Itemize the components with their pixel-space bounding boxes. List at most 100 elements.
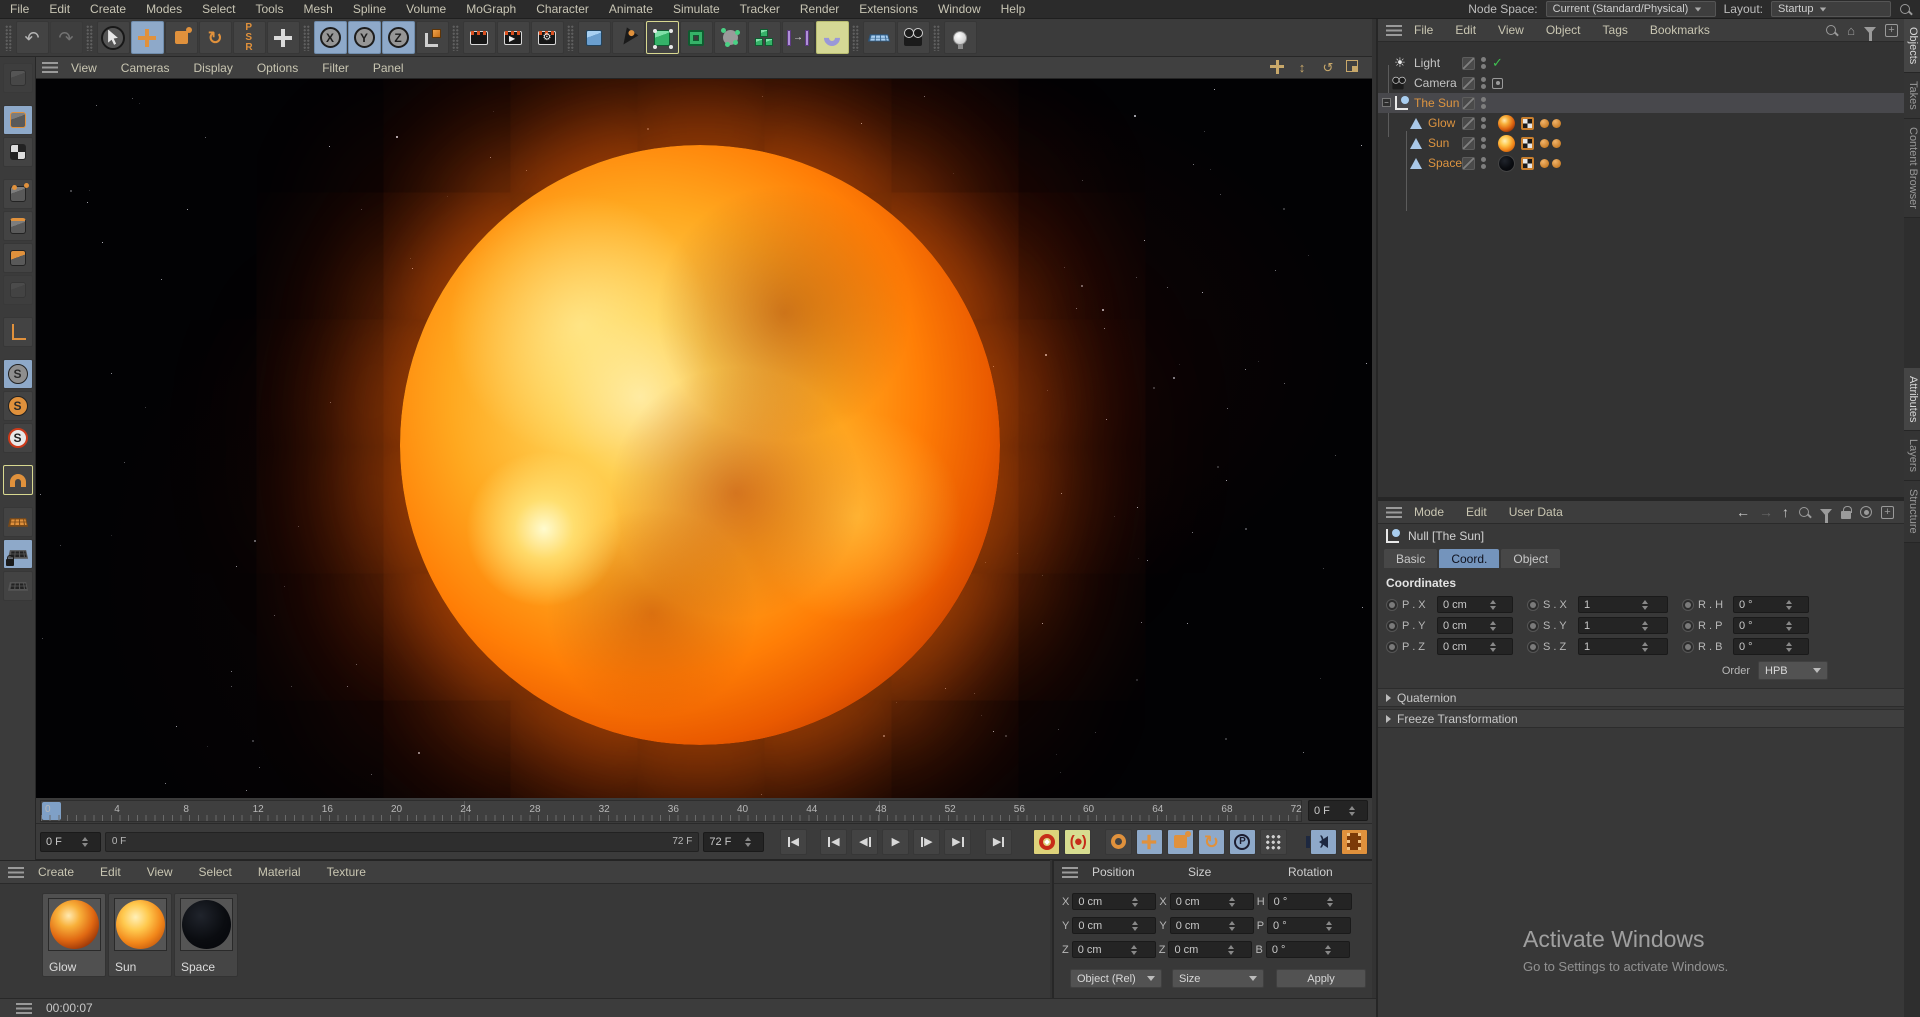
spinner-arrows-icon[interactable] xyxy=(1477,599,1511,610)
next-key-button[interactable]: ▶ xyxy=(944,828,972,855)
menu-create[interactable]: Create xyxy=(80,2,136,16)
menu-volume[interactable]: Volume xyxy=(396,2,456,16)
size-y-field[interactable]: 0 cm xyxy=(1169,917,1254,934)
tab-basic[interactable]: Basic xyxy=(1384,549,1438,568)
am-menu-userdata[interactable]: User Data xyxy=(1499,505,1573,519)
spinner-arrows-icon[interactable] xyxy=(1625,599,1666,610)
target-icon[interactable] xyxy=(1860,506,1872,518)
menu-mograph[interactable]: MoGraph xyxy=(456,2,526,16)
keyframe-radio-icon[interactable] xyxy=(1682,640,1694,653)
lock-workplane-button[interactable] xyxy=(2,539,33,569)
edit-state-icon[interactable] xyxy=(1462,116,1475,130)
object-row-space[interactable]: Space xyxy=(1378,153,1906,173)
sy-field[interactable]: 1 xyxy=(1578,617,1668,634)
size-x-field[interactable]: 0 cm xyxy=(1169,893,1254,910)
timeline-range-slider[interactable]: 0 F 72 F xyxy=(104,831,700,852)
freeze-transformation-group[interactable]: Freeze Transformation xyxy=(1378,709,1906,728)
filter-icon[interactable] xyxy=(1864,26,1876,41)
spinner-arrows-icon[interactable] xyxy=(72,836,98,847)
object-name[interactable]: Sun xyxy=(1428,136,1449,150)
edit-state-icon[interactable] xyxy=(1462,136,1475,150)
mat-menu-material[interactable]: Material xyxy=(246,865,313,879)
object-row-light[interactable]: ☀ Light ✓ xyxy=(1378,53,1906,73)
object-row-sun[interactable]: Sun xyxy=(1378,133,1906,153)
material-menu-icon[interactable] xyxy=(8,866,24,878)
vtab-takes[interactable]: Takes xyxy=(1904,73,1920,120)
mat-menu-create[interactable]: Create xyxy=(26,865,86,879)
keyframe-radio-icon[interactable] xyxy=(1682,619,1694,632)
goto-start-button[interactable]: ◀ xyxy=(779,828,807,855)
keyframe-radio-icon[interactable] xyxy=(1386,598,1398,611)
visibility-dots-icon[interactable] xyxy=(1481,157,1486,169)
spinner-arrows-icon[interactable] xyxy=(1311,896,1349,907)
position-y-field[interactable]: 0 cm xyxy=(1072,917,1157,934)
menu-simulate[interactable]: Simulate xyxy=(663,2,730,16)
edge-mode-button[interactable] xyxy=(2,211,33,241)
tab-coord[interactable]: Coord. xyxy=(1439,549,1500,568)
spinner-arrows-icon[interactable] xyxy=(1115,944,1153,955)
viewport-menu-icon[interactable] xyxy=(42,62,58,73)
sx-field[interactable]: 1 xyxy=(1578,596,1668,613)
object-name[interactable]: The Sun xyxy=(1414,96,1459,110)
quaternion-group[interactable]: Quaternion xyxy=(1378,688,1906,707)
object-row-the-sun[interactable]: − The Sun xyxy=(1378,93,1906,113)
am-menu-edit[interactable]: Edit xyxy=(1456,505,1497,519)
play-button[interactable]: ▶ xyxy=(882,828,910,855)
solo-hierarchy-button[interactable]: S xyxy=(2,423,33,453)
edit-state-icon[interactable] xyxy=(1462,96,1475,110)
vtab-structure[interactable]: Structure xyxy=(1904,481,1920,544)
vp-menu-filter[interactable]: Filter xyxy=(311,61,360,75)
tag-icons[interactable] xyxy=(1540,118,1561,128)
node-space-dropdown[interactable]: Current (Standard/Physical) xyxy=(1545,1,1716,17)
texture-mode-button[interactable] xyxy=(2,137,33,167)
vp-menu-options[interactable]: Options xyxy=(246,61,309,75)
light-button[interactable] xyxy=(943,21,977,54)
om-menu-view[interactable]: View xyxy=(1488,23,1534,37)
object-row-camera[interactable]: Camera xyxy=(1378,73,1906,93)
render-picture-viewer-button[interactable] xyxy=(496,21,530,54)
am-menu-mode[interactable]: Mode xyxy=(1404,505,1454,519)
toolbar-drag-handle[interactable] xyxy=(852,24,859,51)
add-cube-button[interactable] xyxy=(577,21,611,54)
point-level-animation-button[interactable] xyxy=(1259,828,1287,855)
object-name[interactable]: Light xyxy=(1414,56,1440,70)
psr-recent-tools-button[interactable]: PSR xyxy=(232,21,266,54)
vtab-objects[interactable]: Objects xyxy=(1904,19,1920,74)
om-menu-icon[interactable] xyxy=(1386,24,1402,36)
coordinate-system-button[interactable] xyxy=(415,21,449,54)
pan-view-icon[interactable] xyxy=(1270,59,1284,74)
menu-tracker[interactable]: Tracker xyxy=(730,2,790,16)
menu-window[interactable]: Window xyxy=(928,2,991,16)
material-preview[interactable] xyxy=(114,898,167,951)
keyframe-selection-button[interactable] xyxy=(1104,828,1132,855)
search-icon[interactable] xyxy=(1798,506,1811,519)
record-position-button[interactable] xyxy=(1135,828,1163,855)
filter-icon[interactable] xyxy=(1820,508,1832,523)
lock-icon[interactable] xyxy=(1841,505,1852,519)
spinner-arrows-icon[interactable] xyxy=(1311,920,1349,931)
record-rotation-button[interactable]: ↻ xyxy=(1197,828,1225,855)
edit-state-icon[interactable] xyxy=(1462,76,1475,90)
vtab-attributes[interactable]: Attributes xyxy=(1904,367,1920,432)
menu-help[interactable]: Help xyxy=(991,2,1036,16)
range-end-spinner[interactable]: 72 F xyxy=(703,831,765,852)
x-axis-lock-button[interactable]: X xyxy=(313,21,347,54)
spinner-arrows-icon[interactable] xyxy=(1477,620,1511,631)
rp-field[interactable]: 0 ° xyxy=(1733,617,1809,634)
menu-edit[interactable]: Edit xyxy=(39,2,80,16)
material-preview[interactable] xyxy=(48,898,101,951)
previous-frame-button[interactable]: ◀ xyxy=(851,828,879,855)
tag-icons[interactable] xyxy=(1540,138,1561,148)
layout-dropdown[interactable]: Startup xyxy=(1771,1,1891,17)
model-mode-button[interactable] xyxy=(2,105,33,135)
snap-button[interactable] xyxy=(2,465,33,495)
keyframe-radio-icon[interactable] xyxy=(1682,598,1694,611)
toggle-panel-icon[interactable] xyxy=(1346,59,1358,72)
toolbar-drag-handle[interactable] xyxy=(567,24,574,51)
vp-menu-display[interactable]: Display xyxy=(182,61,243,75)
collapse-icon[interactable]: − xyxy=(1382,98,1391,107)
volume-builder-button[interactable] xyxy=(713,21,747,54)
toolbar-drag-handle[interactable] xyxy=(5,24,12,51)
range-start-spinner[interactable]: 0 F xyxy=(40,831,101,852)
menu-mesh[interactable]: Mesh xyxy=(293,2,342,16)
